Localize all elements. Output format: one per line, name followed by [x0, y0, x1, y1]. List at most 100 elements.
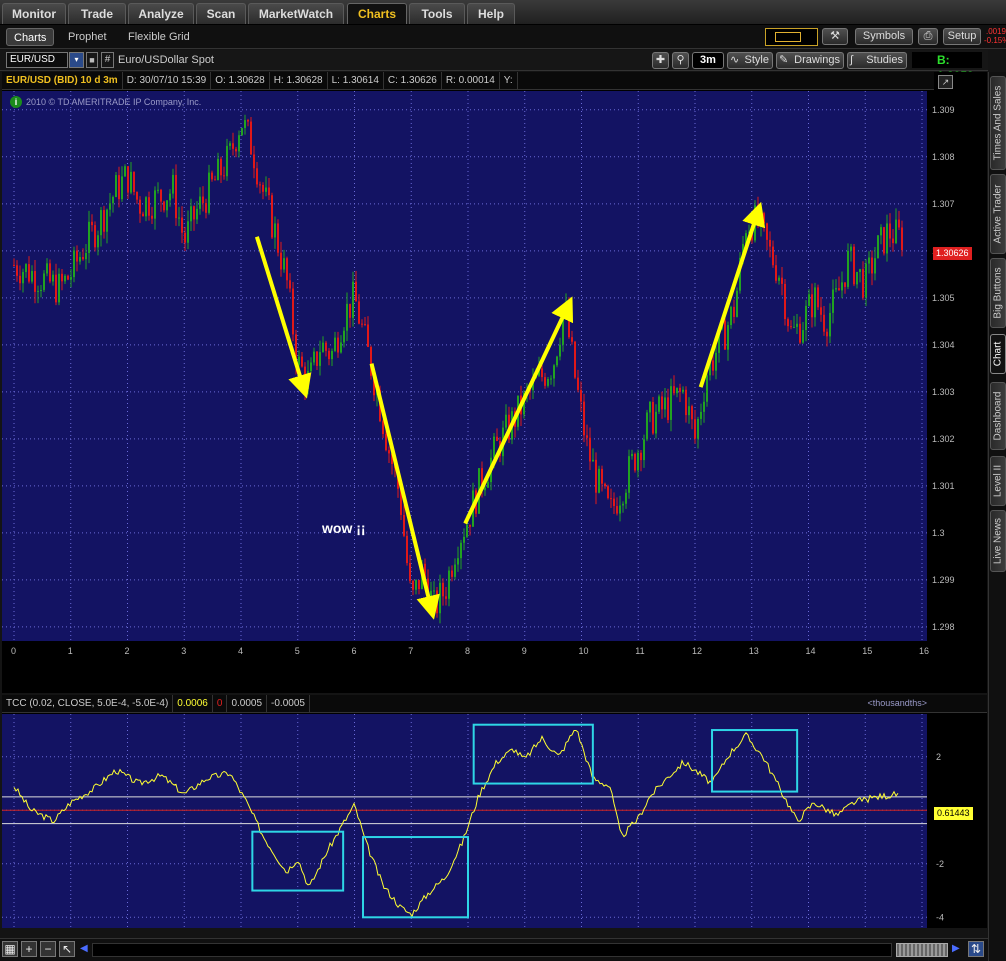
side-tab-active-trader[interactable]: Active Trader	[990, 174, 1006, 254]
side-tab-big-buttons[interactable]: Big Buttons	[990, 258, 1006, 328]
tab-analyze[interactable]: Analyze	[128, 3, 194, 24]
chart-header: EUR/USD (BID) 10 d 3m D: 30/07/10 15:39 O:…	[2, 72, 934, 90]
price-candle	[634, 453, 636, 471]
price-candle	[859, 269, 861, 272]
price-candle	[883, 227, 885, 254]
symbol-bar: EUR/USD ▾ ■ # Euro/USDollar Spot ✚ ⚲ 3m …	[0, 50, 988, 83]
scroll-right-icon[interactable]: ▶	[952, 943, 960, 954]
zoom-in-icon[interactable]: +	[21, 941, 37, 957]
price-x-tick-label: 16	[919, 646, 929, 656]
price-candle	[418, 579, 420, 590]
tab-tools[interactable]: Tools	[409, 3, 465, 24]
price-candle	[409, 563, 411, 581]
price-candle	[313, 351, 315, 363]
zoom-out-icon[interactable]: −	[40, 941, 56, 957]
price-candle	[673, 386, 675, 394]
price-candle	[790, 326, 792, 328]
drawings-button[interactable]: ✎ Drawings	[776, 52, 844, 69]
symbols-button[interactable]: Symbols	[855, 28, 913, 45]
zoom-icon[interactable]: ⚲	[672, 52, 689, 69]
copyright-text: 2010 © TD AMERITRADE IP Company, Inc.	[26, 97, 202, 107]
tab-charts[interactable]: Charts	[347, 3, 407, 24]
timeframe-button[interactable]: 3m	[692, 52, 724, 69]
tab-monitor[interactable]: Monitor	[2, 3, 66, 24]
tab-scan[interactable]: Scan	[196, 3, 246, 24]
study-header: TCC (0.02, CLOSE, 5.0E-4, -5.0E-4) 0.0006…	[2, 695, 987, 713]
side-tab-live-news[interactable]: Live News	[990, 510, 1006, 572]
price-candle	[415, 579, 417, 590]
price-candle	[106, 209, 108, 232]
price-candle	[64, 275, 66, 282]
setup-button[interactable]: Setup	[943, 28, 981, 45]
price-candle	[79, 257, 81, 262]
price-candle	[253, 154, 255, 169]
crosshair-icon[interactable]: ✚	[652, 52, 669, 69]
drawings-icon: ✎	[779, 54, 789, 66]
price-candle	[16, 265, 18, 276]
price-candle	[367, 324, 369, 347]
price-candle	[895, 219, 897, 244]
price-candle	[52, 274, 54, 282]
tab-trade[interactable]: Trade	[68, 3, 126, 24]
time-scrollbar-track[interactable]	[92, 943, 892, 957]
price-y-tick-label: 1.309	[932, 105, 955, 115]
style-button[interactable]: ∿ Style	[727, 52, 773, 69]
price-candle	[892, 238, 894, 244]
side-tab-times-and-sales[interactable]: Times And Sales	[990, 76, 1006, 170]
link-icon[interactable]: ■	[86, 52, 98, 68]
style-label: Style	[744, 54, 769, 66]
side-tab-dashboard[interactable]: Dashboard	[990, 382, 1006, 450]
price-candle	[211, 172, 213, 180]
price-candle	[268, 187, 270, 196]
price-candle	[286, 258, 288, 281]
grid-icon[interactable]: ▦	[2, 941, 18, 957]
subtab-prophet[interactable]: Prophet	[61, 28, 114, 46]
wrench-icon[interactable]: ⚒	[822, 28, 848, 45]
pointer-icon[interactable]: ↖	[59, 941, 75, 957]
studies-button[interactable]: ∫ Studies	[847, 52, 907, 69]
scroll-left-icon[interactable]: ◀	[80, 943, 88, 954]
price-candle	[19, 275, 21, 284]
study-value-lower: -0.0005	[267, 695, 310, 712]
expand-icon[interactable]: ⇅	[968, 941, 984, 957]
symbol-input[interactable]: EUR/USD	[6, 52, 68, 68]
price-candle	[571, 337, 573, 342]
price-candle	[574, 341, 576, 378]
price-candle	[871, 257, 873, 274]
print-icon[interactable]: ⎙	[918, 28, 938, 45]
last-price-tag: 1.30626	[933, 247, 972, 260]
study-y-tick-label: 2	[936, 752, 941, 762]
side-tab-chart[interactable]: Chart	[990, 334, 1006, 374]
price-candle	[643, 439, 645, 461]
price-candle	[661, 396, 663, 410]
price-candle	[832, 289, 834, 313]
annotation-wow: wow ¡¡	[322, 520, 366, 536]
info-icon[interactable]: i	[10, 96, 22, 108]
price-candle	[589, 437, 591, 462]
tab-help[interactable]: Help	[467, 3, 515, 24]
price-candle	[496, 436, 498, 441]
bottom-toolbar: ▦ + − ↖ ◀ ▶ ⇅	[0, 938, 988, 961]
chart-settings-icon[interactable]: ↗	[938, 75, 953, 89]
price-candle	[127, 166, 129, 193]
symbol-dropdown-icon[interactable]: ▾	[69, 52, 84, 68]
price-candle	[454, 564, 456, 577]
price-candle	[142, 213, 144, 217]
tcc-chart[interactable]: 20-2-4	[2, 714, 987, 928]
price-candle	[58, 273, 60, 303]
price-candle	[835, 288, 837, 290]
price-candle	[388, 450, 390, 454]
time-scrollbar-thumb[interactable]	[896, 943, 948, 957]
tab-marketwatch[interactable]: MarketWatch	[248, 3, 344, 24]
study-value-tcc: 0.0006	[173, 695, 213, 712]
symbol-hash-button[interactable]: #	[101, 52, 114, 68]
price-candle	[178, 217, 180, 219]
price-chart[interactable]: 1.309 1.308 1.307 1.3 0 6 1.305 1.304 1.303 1.302…	[2, 91, 987, 693]
price-candle	[667, 397, 669, 420]
side-tab-level-ii[interactable]: Level II	[990, 456, 1006, 506]
price-candle	[148, 197, 150, 216]
subtab-charts[interactable]: Charts	[6, 28, 55, 46]
price-candle	[814, 287, 816, 318]
quick-quote-box[interactable]	[765, 28, 818, 46]
subtab-flexible-grid[interactable]: Flexible Grid	[121, 28, 197, 46]
